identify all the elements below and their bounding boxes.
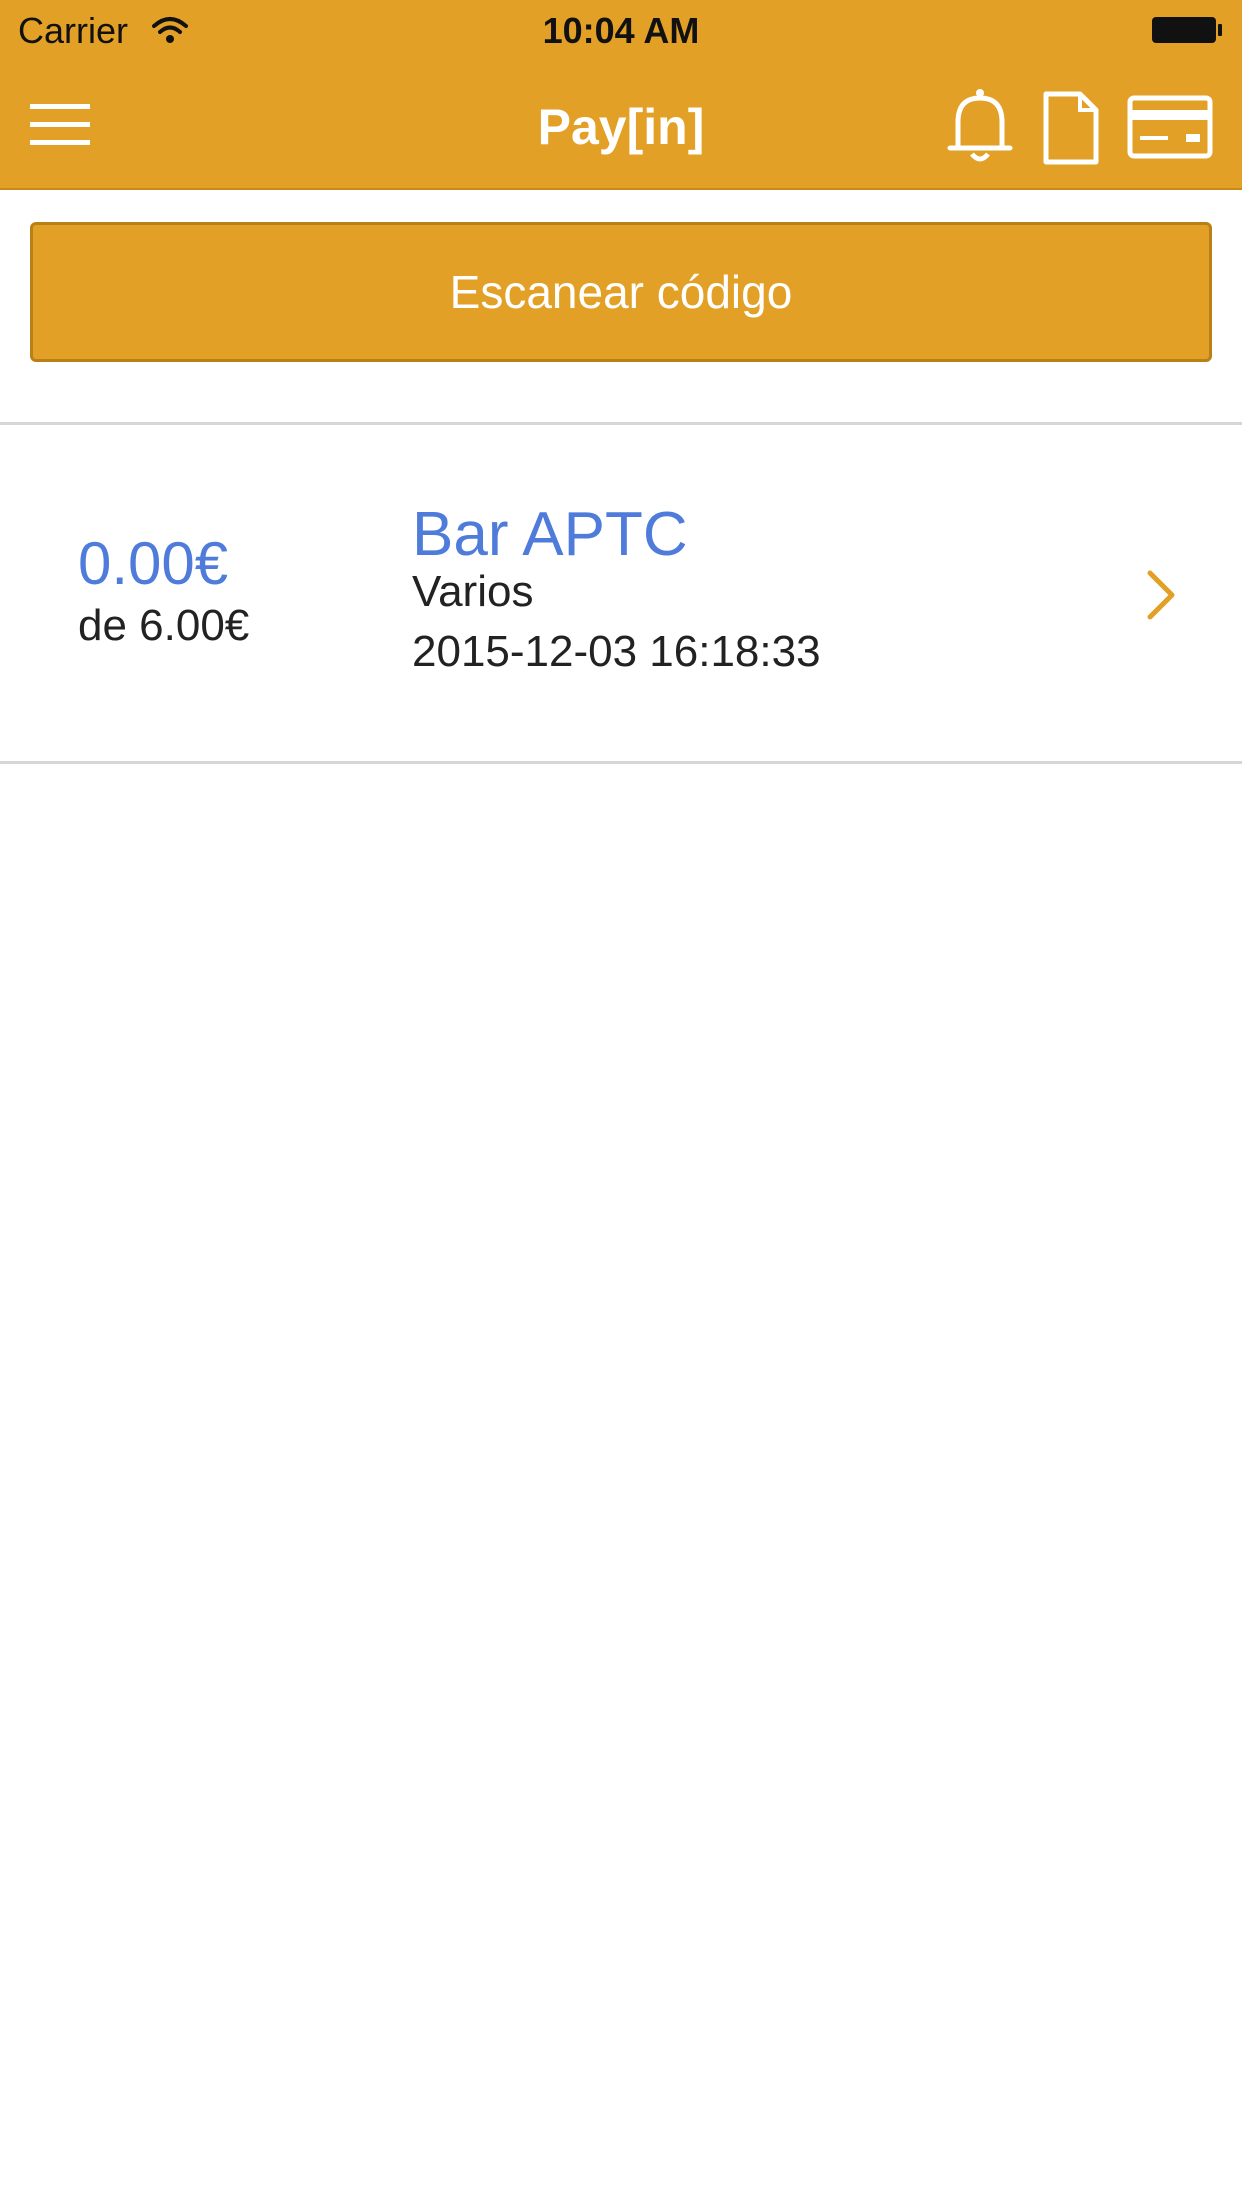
navigation-bar: Pay[in] (0, 62, 1242, 188)
chevron-right-icon (1147, 570, 1175, 620)
list-divider (0, 761, 1242, 764)
amount-paid: 0.00€ (78, 530, 229, 597)
menu-icon[interactable] (28, 100, 92, 150)
status-bar: Carrier 10:04 AM (0, 0, 1242, 62)
order-datetime: 2015-12-03 16:18:33 (412, 627, 821, 676)
document-icon[interactable] (1040, 90, 1102, 166)
merchant-name: Bar APTC (412, 500, 688, 569)
order-row[interactable]: 0.00€ de 6.00€ Bar APTC Varios 2015-12-0… (0, 425, 1242, 761)
credit-card-icon[interactable] (1126, 94, 1214, 160)
scan-code-button[interactable]: Escanear código (30, 222, 1212, 362)
amount-total: de 6.00€ (78, 601, 250, 650)
battery-icon (1152, 17, 1222, 43)
app-header: Carrier 10:04 AM Pay[in] (0, 0, 1242, 190)
order-category: Varios (412, 567, 534, 616)
bell-icon[interactable] (944, 86, 1016, 166)
status-time: 10:04 AM (542, 10, 700, 51)
